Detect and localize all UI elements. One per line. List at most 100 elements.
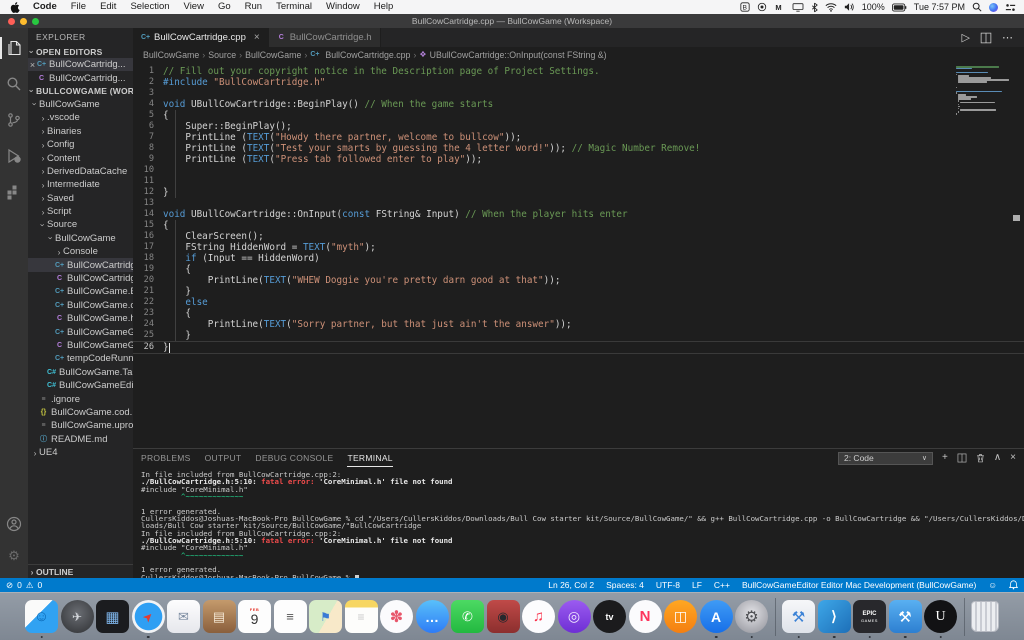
notifications-bell-icon[interactable] bbox=[1009, 580, 1018, 590]
menubar-item-file[interactable]: File bbox=[64, 0, 93, 14]
dock-photo-booth-icon[interactable]: ◉ bbox=[487, 600, 520, 633]
tree-item-config[interactable]: ›Config bbox=[28, 138, 133, 151]
new-terminal-button[interactable]: + bbox=[942, 453, 948, 463]
explorer-icon[interactable] bbox=[4, 38, 24, 58]
outline-section[interactable]: › OUTLINE bbox=[28, 564, 133, 578]
search-icon[interactable] bbox=[4, 74, 24, 94]
dock-safari-icon[interactable]: ➤ bbox=[132, 600, 165, 633]
spotlight-icon[interactable] bbox=[972, 2, 982, 12]
tree-item-deriveddatacache[interactable]: ›DerivedDataCache bbox=[28, 165, 133, 178]
bluetooth-menu-icon[interactable] bbox=[811, 2, 818, 13]
tree-item-bullcowgame-cod-[interactable]: {}BullCowGame.cod... bbox=[28, 406, 133, 419]
dock-launchpad-icon[interactable]: ✈ bbox=[61, 600, 94, 633]
dock-news-icon[interactable]: N bbox=[629, 600, 662, 633]
tree-item-ue4[interactable]: ›UE4 bbox=[28, 446, 133, 459]
bitdefender-menu-icon[interactable]: B bbox=[740, 2, 750, 12]
settings-gear-icon[interactable]: ⚙ bbox=[4, 546, 24, 566]
dock-podcasts-icon[interactable]: ◎ bbox=[558, 600, 591, 633]
panel-tab-problems[interactable]: PROBLEMS bbox=[141, 449, 191, 467]
dock-maps-icon[interactable]: ⚑ bbox=[309, 600, 342, 633]
more-actions-icon[interactable]: ⋯ bbox=[1002, 31, 1014, 44]
status-item[interactable]: Spaces: 4 bbox=[606, 580, 644, 590]
battery-icon[interactable] bbox=[892, 3, 907, 12]
tab-BullCowCartridge.cpp[interactable]: C+BullCowCartridge.cpp× bbox=[133, 28, 269, 47]
tree-item-bullcowcartridg-[interactable]: CBullCowCartridg... bbox=[28, 272, 133, 285]
extensions-icon[interactable] bbox=[4, 182, 24, 202]
dock-music-icon[interactable]: ♫ bbox=[522, 600, 555, 633]
breadcrumb-item[interactable]: BullCowGame bbox=[143, 50, 199, 60]
dock-app-store-icon[interactable]: A bbox=[700, 600, 733, 633]
tab-BullCowCartridge.h[interactable]: CBullCowCartridge.h bbox=[269, 28, 381, 47]
dock-vscode-icon[interactable]: ⟩ bbox=[818, 600, 851, 633]
dock-notes-icon[interactable]: ≡ bbox=[345, 600, 378, 633]
dock-mission-control-icon[interactable]: ▦ bbox=[96, 600, 129, 633]
tree-item-bullcowgame-b-[interactable]: C+BullCowGame.B... bbox=[28, 285, 133, 298]
zoom-window-button[interactable] bbox=[32, 18, 39, 25]
tree-item-script[interactable]: ›Script bbox=[28, 205, 133, 218]
split-editor-icon[interactable] bbox=[980, 32, 992, 44]
run-debug-icon[interactable] bbox=[4, 146, 24, 166]
tree-item-bullcowgame-h[interactable]: CBullCowGame.h bbox=[28, 312, 133, 325]
tree-item-bullcowgamega-[interactable]: CBullCowGameGa... bbox=[28, 339, 133, 352]
tree-item-content[interactable]: ›Content bbox=[28, 151, 133, 164]
dock-books-icon[interactable]: ◫ bbox=[664, 600, 697, 633]
open-editor-item[interactable]: CBullCowCartridg... bbox=[28, 71, 133, 84]
close-editor-icon[interactable]: × bbox=[28, 60, 37, 70]
status-item[interactable]: Ln 26, Col 2 bbox=[548, 580, 594, 590]
close-panel-icon[interactable]: × bbox=[1010, 453, 1016, 463]
tree-item-tempcoderunne-[interactable]: C+tempCodeRunne... bbox=[28, 352, 133, 365]
tree-item--ignore[interactable]: ≡.ignore bbox=[28, 392, 133, 405]
tree-item--vscode[interactable]: ›.vscode bbox=[28, 111, 133, 124]
dock-reminders-icon[interactable]: ≡ bbox=[274, 600, 307, 633]
dock-photos-icon[interactable]: ✽ bbox=[380, 600, 413, 633]
tree-item-intermediate[interactable]: ›Intermediate bbox=[28, 178, 133, 191]
breadcrumb-file[interactable]: BullCowCartridge.cpp bbox=[325, 50, 410, 60]
account-icon[interactable] bbox=[4, 514, 24, 534]
tree-item-bullcowcartridg-[interactable]: C+BullCowCartridg... bbox=[28, 258, 133, 271]
dock-developer-app-icon[interactable]: ⚒ bbox=[889, 600, 922, 633]
menubar-item-window[interactable]: Window bbox=[319, 0, 367, 14]
tree-item-readme-md[interactable]: ⓘREADME.md bbox=[28, 433, 133, 446]
open-editors-header[interactable]: › OPEN EDITORS bbox=[28, 45, 133, 58]
dock-unreal-engine-icon[interactable]: U bbox=[924, 600, 957, 633]
terminal-output[interactable]: In file included from BullCowCartridge.c… bbox=[133, 467, 1024, 578]
dock-xcode-icon[interactable]: ⚒ bbox=[782, 600, 815, 633]
status-item[interactable]: UTF-8 bbox=[656, 580, 680, 590]
feedback-smiley-icon[interactable]: ☺ bbox=[988, 580, 997, 590]
siri-icon[interactable] bbox=[989, 3, 998, 12]
tree-item-saved[interactable]: ›Saved bbox=[28, 192, 133, 205]
menubar-item-edit[interactable]: Edit bbox=[93, 0, 123, 14]
split-terminal-icon[interactable] bbox=[957, 453, 967, 463]
tree-item-bullcowgamega-[interactable]: C+BullCowGameGa... bbox=[28, 325, 133, 338]
close-tab-icon[interactable]: × bbox=[254, 32, 260, 43]
control-center-icon[interactable] bbox=[1005, 3, 1016, 12]
tree-item-bullcowgame[interactable]: ›BullCowGame bbox=[28, 98, 133, 111]
breadcrumb-symbol[interactable]: UBullCowCartridge::OnInput(const FString… bbox=[430, 50, 607, 60]
status-item[interactable]: BullCowGameEditor Editor Mac Development… bbox=[742, 580, 976, 590]
status-item[interactable]: C++ bbox=[714, 580, 730, 590]
open-editor-item[interactable]: ×C+BullCowCartridg... bbox=[28, 58, 133, 71]
dock-epic-games-icon[interactable]: EPICGAMES bbox=[853, 600, 886, 633]
tree-item-console[interactable]: ›Console bbox=[28, 245, 133, 258]
maximize-panel-icon[interactable]: ∧ bbox=[994, 453, 1001, 463]
wifi-menu-icon[interactable] bbox=[825, 2, 837, 12]
display-menu-icon[interactable] bbox=[792, 2, 804, 12]
run-code-button[interactable]: ▷ bbox=[962, 31, 970, 44]
dock-contacts-icon[interactable]: ▤ bbox=[203, 600, 236, 633]
dock-finder-icon[interactable]: ☺ bbox=[25, 600, 58, 633]
minimize-window-button[interactable] bbox=[20, 18, 27, 25]
tree-item-source[interactable]: ›Source bbox=[28, 218, 133, 231]
dock-messages-icon[interactable]: … bbox=[416, 600, 449, 633]
code-editor[interactable]: 1// Fill out your copyright notice in th… bbox=[133, 62, 1024, 448]
menubar-item-run[interactable]: Run bbox=[238, 0, 269, 14]
dock-system-preferences-icon[interactable]: ⚙ bbox=[735, 600, 768, 633]
panel-tab-terminal[interactable]: TERMINAL bbox=[347, 449, 392, 467]
menubar-item-go[interactable]: Go bbox=[211, 0, 238, 14]
tree-item-bullcowgame-cpp[interactable]: C+BullCowGame.cpp bbox=[28, 299, 133, 312]
status-item[interactable]: LF bbox=[692, 580, 702, 590]
tree-item-bullcowgame[interactable]: ›BullCowGame bbox=[28, 232, 133, 245]
shield-menu-icon[interactable] bbox=[757, 2, 767, 12]
menubar-item-code[interactable]: Code bbox=[26, 0, 64, 14]
apple-menu[interactable] bbox=[8, 2, 26, 13]
dock-trash-icon[interactable] bbox=[971, 601, 999, 632]
